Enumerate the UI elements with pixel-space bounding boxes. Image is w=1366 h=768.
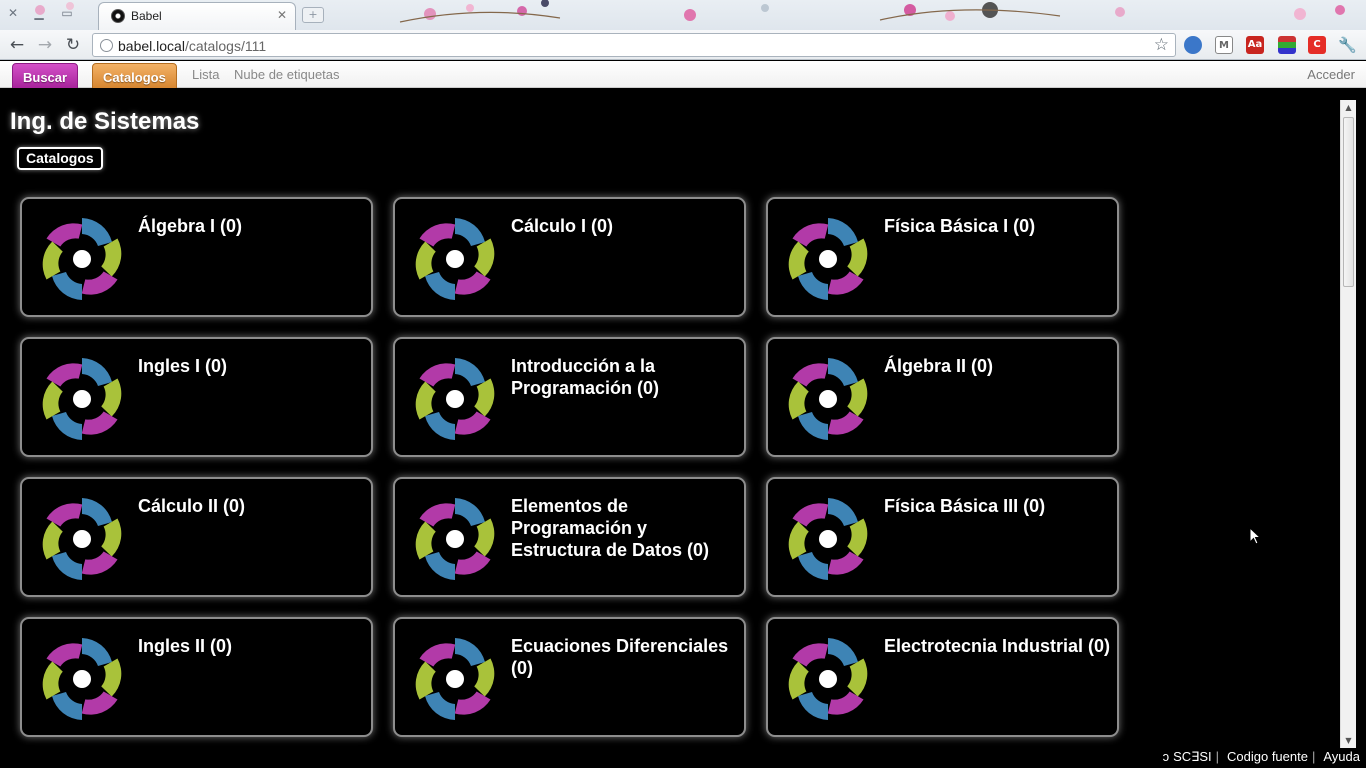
footer: ɔ SC∃SI | Codigo fuente | Ayuda <box>1159 749 1360 767</box>
nube-etiquetas-link[interactable]: Nube de etiquetas <box>234 67 340 82</box>
catalog-title[interactable]: Introducción a la Programación (0) <box>511 355 739 399</box>
catalog-card[interactable]: Ingles I (0) <box>20 337 373 457</box>
lista-link[interactable]: Lista <box>192 67 219 82</box>
catalog-card[interactable]: Álgebra I (0) <box>20 197 373 317</box>
copyleft-icon: ɔ <box>1162 749 1170 764</box>
catalog-card[interactable]: Cálculo II (0) <box>20 477 373 597</box>
wrench-menu-icon[interactable]: 🔧 <box>1338 36 1357 54</box>
catalog-title[interactable]: Elementos de Programación y Estructura d… <box>511 495 739 561</box>
catalog-title[interactable]: Cálculo II (0) <box>138 495 366 517</box>
globe-extension-icon[interactable] <box>1184 36 1202 54</box>
tab-counter-extension-icon[interactable] <box>1278 36 1296 54</box>
babel-logo-icon <box>42 358 122 440</box>
acceder-link[interactable]: Acceder <box>1307 67 1355 82</box>
babel-logo-icon <box>42 498 122 580</box>
footer-help-link[interactable]: Ayuda <box>1323 749 1360 764</box>
browser-tab-active[interactable]: Babel ✕ <box>98 2 296 30</box>
tab-title: Babel <box>131 9 162 23</box>
catalog-title[interactable]: Electrotecnia Industrial (0) <box>884 635 1112 657</box>
catalog-title[interactable]: Álgebra II (0) <box>884 355 1112 377</box>
catalog-card[interactable]: Ecuaciones Diferenciales (0) <box>393 617 746 737</box>
scroll-up-arrow-icon[interactable]: ▲ <box>1341 100 1356 115</box>
babel-logo-icon <box>415 498 495 580</box>
footer-separator: | <box>1215 749 1220 764</box>
catalog-card[interactable]: Ingles II (0) <box>20 617 373 737</box>
babel-logo-icon <box>415 638 495 720</box>
babel-logo-icon <box>788 498 868 580</box>
catalog-card[interactable]: Física Básica III (0) <box>766 477 1119 597</box>
page-scrollbar[interactable]: ▲ ▼ <box>1340 100 1356 748</box>
babel-logo-icon <box>42 638 122 720</box>
address-bar[interactable]: babel.local/catalogs/111 ☆ <box>92 33 1176 57</box>
catalog-title[interactable]: Física Básica III (0) <box>884 495 1112 517</box>
catalog-title[interactable]: Álgebra I (0) <box>138 215 366 237</box>
window-maximize-button[interactable]: ▭ <box>56 4 78 22</box>
bookmark-star-icon[interactable]: ☆ <box>1154 35 1169 55</box>
catalog-title[interactable]: Ecuaciones Diferenciales (0) <box>511 635 739 679</box>
catalog-card[interactable]: Elementos de Programación y Estructura d… <box>393 477 746 597</box>
browser-tabstrip: ✕ ▁ ▭ Babel ✕ + <box>0 0 1366 30</box>
footer-separator: | <box>1311 749 1316 764</box>
breadcrumb-catalogos-button[interactable]: Catalogos <box>17 147 103 170</box>
forward-arrow-icon[interactable]: → <box>34 34 56 56</box>
catalog-card[interactable]: Introducción a la Programación (0) <box>393 337 746 457</box>
babel-logo-icon <box>42 218 122 300</box>
babel-logo-icon <box>415 358 495 440</box>
scroll-thumb[interactable] <box>1343 117 1354 287</box>
babel-favicon-icon <box>111 9 125 23</box>
page-info-icon[interactable] <box>100 39 113 52</box>
window-close-button[interactable]: ✕ <box>2 4 24 22</box>
reload-icon[interactable]: ↻ <box>62 34 84 56</box>
url-path: /catalogs/111 <box>184 38 267 54</box>
browser-toolbar: ← → ↻ babel.local/catalogs/111 ☆ M Aa C … <box>0 30 1366 60</box>
footer-source-link[interactable]: Codigo fuente <box>1227 749 1308 764</box>
catalog-title[interactable]: Física Básica I (0) <box>884 215 1112 237</box>
back-arrow-icon[interactable]: ← <box>6 34 28 56</box>
url-host: babel.local <box>118 38 185 54</box>
window-minimize-button[interactable]: ▁ <box>28 4 50 22</box>
mouse-cursor-icon <box>1249 527 1261 545</box>
dictionary-extension-icon[interactable]: Aa <box>1246 36 1264 54</box>
footer-org-link[interactable]: SC∃SI <box>1173 749 1212 764</box>
scroll-down-arrow-icon[interactable]: ▼ <box>1341 733 1356 748</box>
tab-close-icon[interactable]: ✕ <box>277 8 287 22</box>
gmail-extension-icon[interactable]: M <box>1215 36 1233 54</box>
url-text: babel.local/catalogs/111 <box>118 38 266 54</box>
catalog-title[interactable]: Ingles I (0) <box>138 355 366 377</box>
catalog-card[interactable]: Física Básica I (0) <box>766 197 1119 317</box>
catalogos-button[interactable]: Catalogos <box>92 63 177 89</box>
app-navbar: Buscar Catalogos Lista Nube de etiquetas… <box>0 61 1366 89</box>
catalog-card[interactable]: Electrotecnia Industrial (0) <box>766 617 1119 737</box>
catalog-card[interactable]: Cálculo I (0) <box>393 197 746 317</box>
babel-logo-icon <box>788 358 868 440</box>
catalog-title[interactable]: Cálculo I (0) <box>511 215 739 237</box>
babel-logo-icon <box>788 638 868 720</box>
catalog-title[interactable]: Ingles II (0) <box>138 635 366 657</box>
page-title: Ing. de Sistemas <box>10 108 200 135</box>
c-extension-icon[interactable]: C <box>1308 36 1326 54</box>
babel-logo-icon <box>788 218 868 300</box>
buscar-button[interactable]: Buscar <box>12 63 79 89</box>
new-tab-button[interactable]: + <box>302 7 324 23</box>
babel-logo-icon <box>415 218 495 300</box>
catalog-card[interactable]: Álgebra II (0) <box>766 337 1119 457</box>
main-content: Ing. de Sistemas Catalogos Álgebra I (0)… <box>0 88 1340 748</box>
